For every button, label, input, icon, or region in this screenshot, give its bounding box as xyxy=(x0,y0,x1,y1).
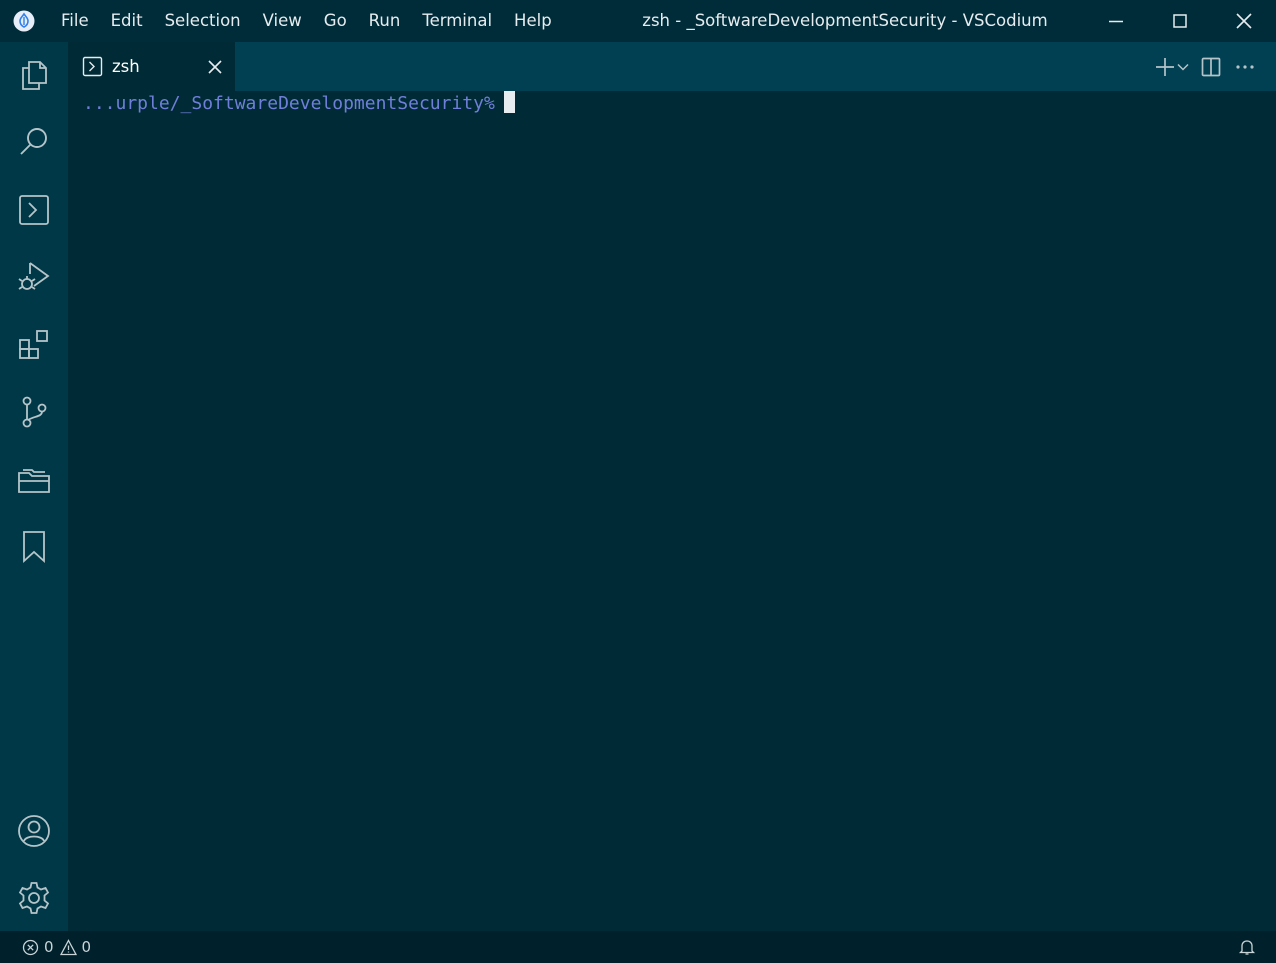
activity-run-debug[interactable] xyxy=(0,249,68,305)
maximize-button[interactable] xyxy=(1152,0,1208,42)
tab-bar: zsh xyxy=(68,42,1276,91)
activity-search[interactable] xyxy=(0,114,68,170)
terminal-icon xyxy=(19,195,49,225)
terminal-cursor xyxy=(503,91,515,113)
activity-manage[interactable] xyxy=(0,870,68,926)
activity-bookmarks[interactable] xyxy=(0,519,68,575)
terminal-panel[interactable]: ...urple/_SoftwareDevelopmentSecurity% xyxy=(68,91,1276,931)
folder-icon xyxy=(18,469,50,493)
vscodium-logo-icon xyxy=(13,10,35,32)
warning-count: 0 xyxy=(81,938,92,956)
menu-edit[interactable]: Edit xyxy=(100,0,154,42)
warning-icon xyxy=(59,938,77,955)
account-icon xyxy=(18,815,50,847)
bookmark-icon xyxy=(23,531,45,564)
close-icon xyxy=(1236,13,1252,29)
activity-folders[interactable] xyxy=(0,452,68,508)
close-window-button[interactable] xyxy=(1216,0,1272,42)
title-bar: File Edit Selection View Go Run Terminal… xyxy=(0,0,1276,42)
menu-file[interactable]: File xyxy=(50,0,100,42)
status-bar: 0 0 xyxy=(0,931,1276,963)
terminal-profile-dropdown[interactable] xyxy=(1174,52,1192,82)
more-actions-button[interactable] xyxy=(1230,52,1260,82)
split-terminal-button[interactable] xyxy=(1196,52,1226,82)
plus-icon xyxy=(1156,57,1174,76)
terminal-prompt-line: ...urple/_SoftwareDevelopmentSecurity% xyxy=(83,91,515,117)
error-count: 0 xyxy=(44,938,54,956)
menu-view[interactable]: View xyxy=(252,0,313,42)
chevron-down-icon xyxy=(1177,63,1189,71)
explorer-icon xyxy=(22,61,47,90)
minimize-icon xyxy=(1109,20,1123,23)
menu-selection[interactable]: Selection xyxy=(154,0,252,42)
activity-extensions[interactable] xyxy=(0,317,68,373)
activity-explorer[interactable] xyxy=(0,47,68,103)
ellipsis-icon xyxy=(1236,64,1254,69)
activity-terminal[interactable] xyxy=(0,182,68,238)
tab-zsh[interactable]: zsh xyxy=(68,42,235,91)
source-control-icon xyxy=(22,396,47,428)
terminal-icon xyxy=(82,56,103,77)
activity-source-control[interactable] xyxy=(0,384,68,440)
menu-bar: File Edit Selection View Go Run Terminal… xyxy=(50,0,563,42)
error-icon xyxy=(22,939,39,955)
activity-bar xyxy=(0,42,68,931)
gear-icon xyxy=(18,882,50,914)
tab-label: zsh xyxy=(112,57,140,76)
menu-go[interactable]: Go xyxy=(313,0,358,42)
maximize-icon xyxy=(1173,14,1187,28)
menu-help[interactable]: Help xyxy=(503,0,563,42)
terminal-prompt: ...urple/_SoftwareDevelopmentSecurity% xyxy=(83,93,495,114)
minimize-button[interactable] xyxy=(1088,0,1144,42)
menu-terminal[interactable]: Terminal xyxy=(411,0,503,42)
search-icon xyxy=(20,128,47,155)
run-debug-icon xyxy=(18,262,50,290)
vscodium-window: File Edit Selection View Go Run Terminal… xyxy=(0,0,1276,963)
problems-indicator[interactable]: 0 0 xyxy=(22,931,97,963)
extensions-icon xyxy=(19,330,48,359)
window-title: zsh - _SoftwareDevelopmentSecurity - VSC… xyxy=(642,11,1048,30)
bell-icon[interactable] xyxy=(1238,938,1256,956)
menu-run[interactable]: Run xyxy=(358,0,412,42)
split-editor-icon xyxy=(1201,57,1221,76)
close-icon[interactable] xyxy=(205,57,225,77)
terminal-actions xyxy=(1146,42,1260,91)
activity-accounts[interactable] xyxy=(0,803,68,859)
